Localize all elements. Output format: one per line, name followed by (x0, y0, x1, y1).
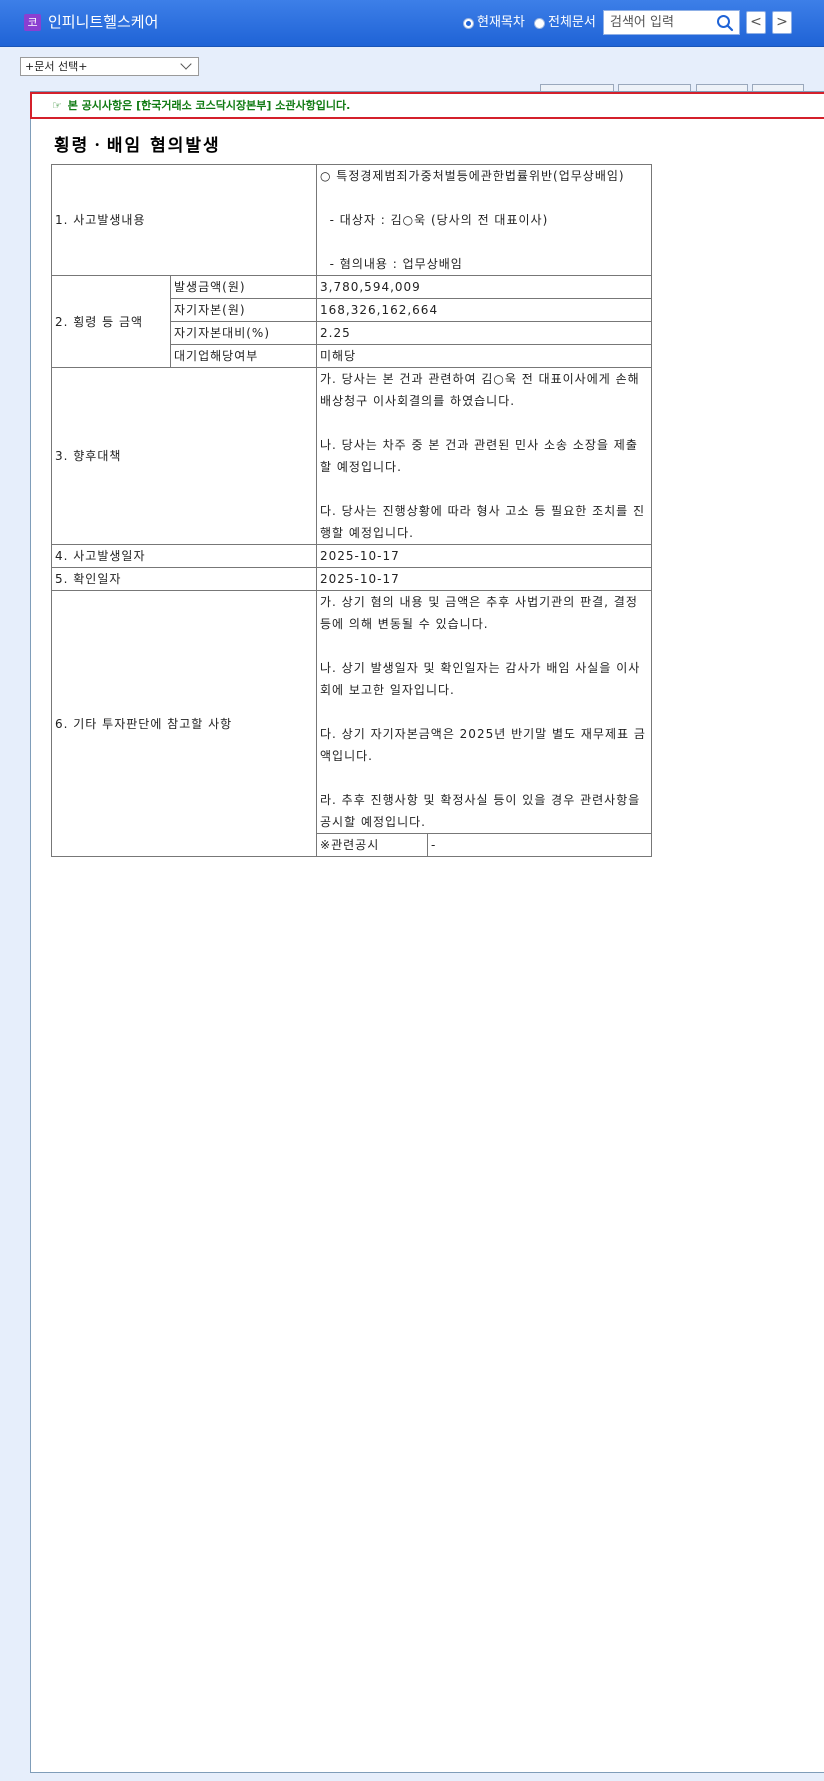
related-disclosure-label: ※관련공시 (316, 833, 429, 857)
row4-value: 2025-10-17 (316, 544, 653, 568)
search-icon[interactable] (716, 14, 734, 32)
radio-all-docs-dot[interactable] (534, 17, 545, 29)
row2-item-label: 자기자본(원) (169, 298, 318, 322)
row2-item-label: 대기업해당여부 (169, 344, 318, 368)
notice-text: ☞ 본 공시사항은 [한국거래소 코스닥시장본부] 소관사항입니다. (52, 99, 350, 113)
row2-label: 2. 횡령 등 금액 (51, 275, 171, 368)
pointing-hand-icon: ☞ (52, 99, 62, 112)
row6-label: 6. 기타 투자판단에 참고할 사항 (50, 590, 318, 857)
row1-label: 1. 사고발생내용 (50, 164, 318, 276)
row2-item-value: 미해당 (316, 344, 653, 368)
notice-message: 본 공시사항은 [한국거래소 코스닥시장본부] 소관사항입니다. (67, 99, 351, 112)
radio-all-docs[interactable]: 전체문서 (534, 15, 596, 31)
search-input[interactable] (610, 14, 710, 31)
disclosure-table: 1. 사고발생내용 ○ 특정경제범죄가중처벌등에관한법률위반(업무상배임) - … (50, 164, 653, 857)
company-name: 인피니트헬스케어 (48, 13, 159, 31)
row2-item-label: 자기자본대비(%) (169, 321, 318, 345)
radio-current-toc[interactable]: 현재목차 (463, 15, 525, 31)
row6-value: 가. 상기 혐의 내용 및 금액은 추후 사법기관의 판결, 결정 등에 의해 … (316, 590, 653, 834)
row2-item-value: 168,326,162,664 (316, 298, 653, 322)
document-select-value: +문서 선택+ (25, 60, 88, 73)
jurisdiction-notice: ☞ 본 공시사항은 [한국거래소 코스닥시장본부] 소관사항입니다. (30, 92, 824, 119)
radio-current-toc-label: 현재목차 (477, 15, 525, 30)
next-button[interactable]: > (772, 11, 792, 34)
viewer-page: 코 인피니트헬스케어 현재목차 전체문서 < > +문서 선택+ (0, 0, 824, 1781)
radio-current-toc-dot[interactable] (463, 17, 474, 29)
table-row: 6. 기타 투자판단에 참고할 사항 가. 상기 혐의 내용 및 금액은 추후 … (50, 590, 653, 857)
row3-value: 가. 당사는 본 건과 관련하여 김○욱 전 대표이사에게 손해배상청구 이사회… (316, 367, 653, 545)
table-row: 3. 향후대책 가. 당사는 본 건과 관련하여 김○욱 전 대표이사에게 손해… (50, 367, 653, 545)
table-row: 4. 사고발생일자 2025-10-17 (50, 544, 653, 568)
table-row: 5. 확인일자 2025-10-17 (50, 567, 653, 591)
table-row: 1. 사고발생내용 ○ 특정경제범죄가중처벌등에관한법률위반(업무상배임) - … (50, 164, 653, 276)
chevron-right-icon: > (776, 14, 788, 30)
table-row: 2. 횡령 등 금액 발생금액(원) 3,780,594,009 (51, 275, 653, 368)
row2-item-label: 발생금액(원) (169, 275, 318, 299)
related-disclosure-value: - (427, 833, 653, 857)
row5-value: 2025-10-17 (316, 567, 653, 591)
prev-button[interactable]: < (746, 11, 766, 34)
row2-item-value: 2.25 (316, 321, 653, 345)
row4-label: 4. 사고발생일자 (50, 544, 318, 568)
viewer-header: 코 인피니트헬스케어 현재목차 전체문서 < > (0, 0, 824, 47)
row1-value: ○ 특정경제범죄가중처벌등에관한법률위반(업무상배임) - 대상자 : 김○욱 … (316, 164, 653, 276)
row5-label: 5. 확인일자 (50, 567, 318, 591)
radio-all-docs-label: 전체문서 (548, 15, 596, 30)
document-title: 횡령ㆍ배임 혐의발생 (54, 136, 221, 156)
chevron-down-icon (180, 58, 192, 70)
row2-item-value: 3,780,594,009 (316, 275, 653, 299)
chevron-left-icon: < (750, 14, 762, 30)
document-select[interactable]: +문서 선택+ (20, 57, 199, 76)
search-box (603, 10, 740, 35)
row3-label: 3. 향후대책 (50, 367, 318, 545)
company-icon: 코 (24, 14, 41, 31)
